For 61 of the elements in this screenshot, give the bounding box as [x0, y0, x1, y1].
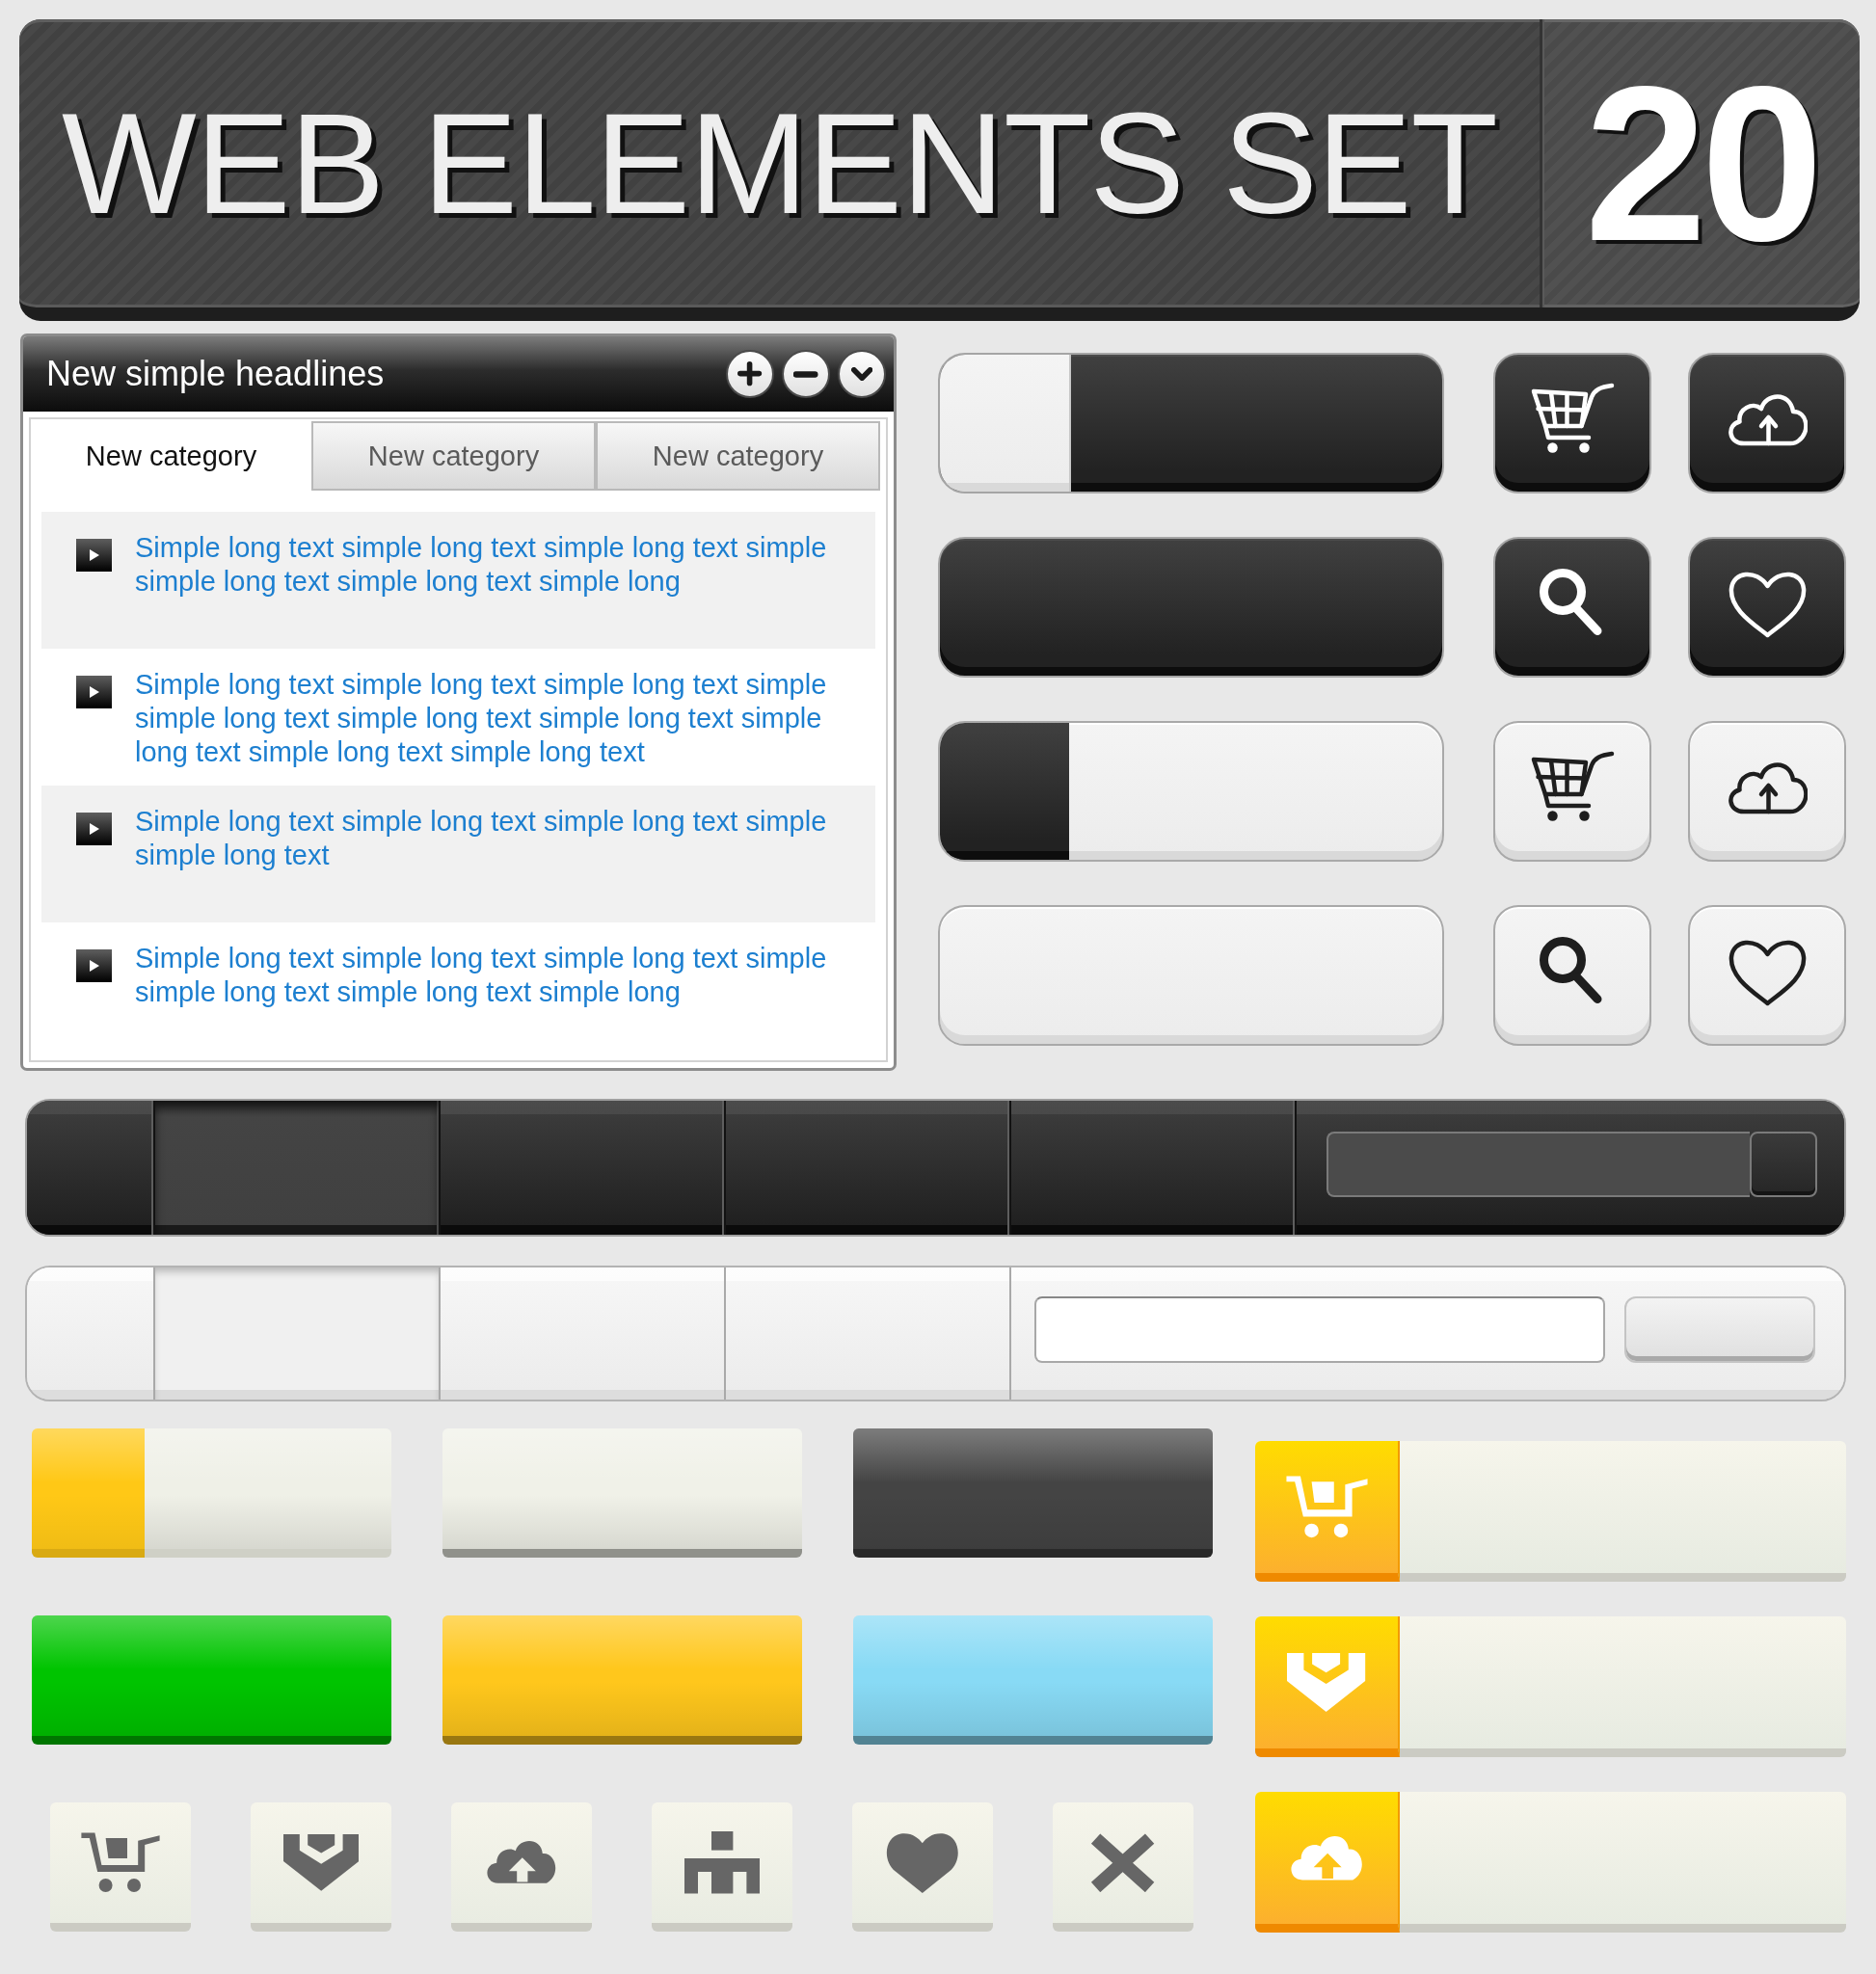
play-icon: [76, 813, 112, 845]
remove-button[interactable]: [782, 350, 830, 398]
upload-button[interactable]: [1688, 353, 1846, 494]
cart-button[interactable]: [1493, 721, 1651, 862]
play-icon: [76, 949, 112, 982]
headline-link[interactable]: Simple long text simple long text simple long text simple simple long text simple long text simple long: [135, 531, 860, 599]
expand-button[interactable]: [838, 350, 886, 398]
cloud-upload-icon: [485, 1840, 558, 1885]
wide-button[interactable]: [938, 721, 1444, 862]
submit-button[interactable]: [1750, 1131, 1817, 1197]
heart-button[interactable]: [1688, 905, 1846, 1046]
play-icon: [76, 676, 112, 708]
split-button[interactable]: [32, 1428, 391, 1558]
minus-icon: [793, 370, 818, 378]
category-tab[interactable]: New category: [596, 421, 880, 491]
panel-title: New simple headlines: [46, 354, 385, 394]
cart-button[interactable]: [1493, 353, 1651, 494]
banner-title: WEB ELEMENTS SET: [62, 92, 1497, 235]
plain-button[interactable]: [853, 1428, 1213, 1558]
sitemap-icon: [683, 1831, 761, 1894]
nav-item[interactable]: [1011, 1101, 1297, 1235]
heart-button[interactable]: [1688, 537, 1846, 678]
plus-icon: [737, 361, 763, 387]
cloud-upload-icon: [1727, 762, 1808, 814]
headline-link[interactable]: Simple long text simple long text simple long text simple simple long text: [135, 805, 860, 872]
nav-item[interactable]: [441, 1101, 726, 1235]
search-button[interactable]: [1493, 905, 1651, 1046]
chevron-down-icon: [850, 367, 873, 381]
heart-icon: [886, 1832, 959, 1893]
plain-button[interactable]: [442, 1615, 802, 1745]
wide-button[interactable]: [938, 537, 1444, 678]
cart-icon: [1284, 1475, 1369, 1539]
banner-number: 20: [1584, 53, 1818, 274]
plain-button[interactable]: [442, 1428, 802, 1558]
plain-button[interactable]: [32, 1615, 391, 1745]
chevron-down-icon: [282, 1834, 360, 1891]
submit-button[interactable]: [1624, 1296, 1815, 1363]
cloud-upload-icon: [1727, 394, 1808, 446]
download-button[interactable]: [251, 1802, 391, 1932]
plain-button[interactable]: [853, 1615, 1213, 1745]
close-button[interactable]: [1053, 1802, 1193, 1932]
input-field[interactable]: [1034, 1296, 1605, 1363]
input-field[interactable]: [1327, 1131, 1750, 1197]
wide-button[interactable]: [938, 353, 1444, 494]
close-icon: [1090, 1832, 1156, 1893]
nav-item[interactable]: [27, 1101, 155, 1235]
nav-item[interactable]: [155, 1101, 441, 1235]
category-tab[interactable]: New category: [311, 421, 596, 491]
headline-link[interactable]: Simple long text simple long text simple long text simple simple long text simple long text simple long text simple long text simple long text simple long text: [135, 668, 860, 769]
cloud-upload-icon: [1289, 1834, 1364, 1881]
upload-button[interactable]: [1688, 721, 1846, 862]
add-button[interactable]: [726, 350, 774, 398]
cart-icon: [80, 1831, 161, 1894]
search-button[interactable]: [1493, 537, 1651, 678]
heart-icon: [1728, 571, 1807, 638]
play-icon: [76, 539, 112, 572]
nav-item[interactable]: [726, 1101, 1011, 1235]
heart-icon: [1728, 939, 1807, 1006]
sitemap-button[interactable]: [652, 1802, 792, 1932]
chevron-down-icon: [1287, 1653, 1366, 1712]
headline-link[interactable]: Simple long text simple long text simple long text simple simple long text simple long text simple long: [135, 942, 860, 1009]
